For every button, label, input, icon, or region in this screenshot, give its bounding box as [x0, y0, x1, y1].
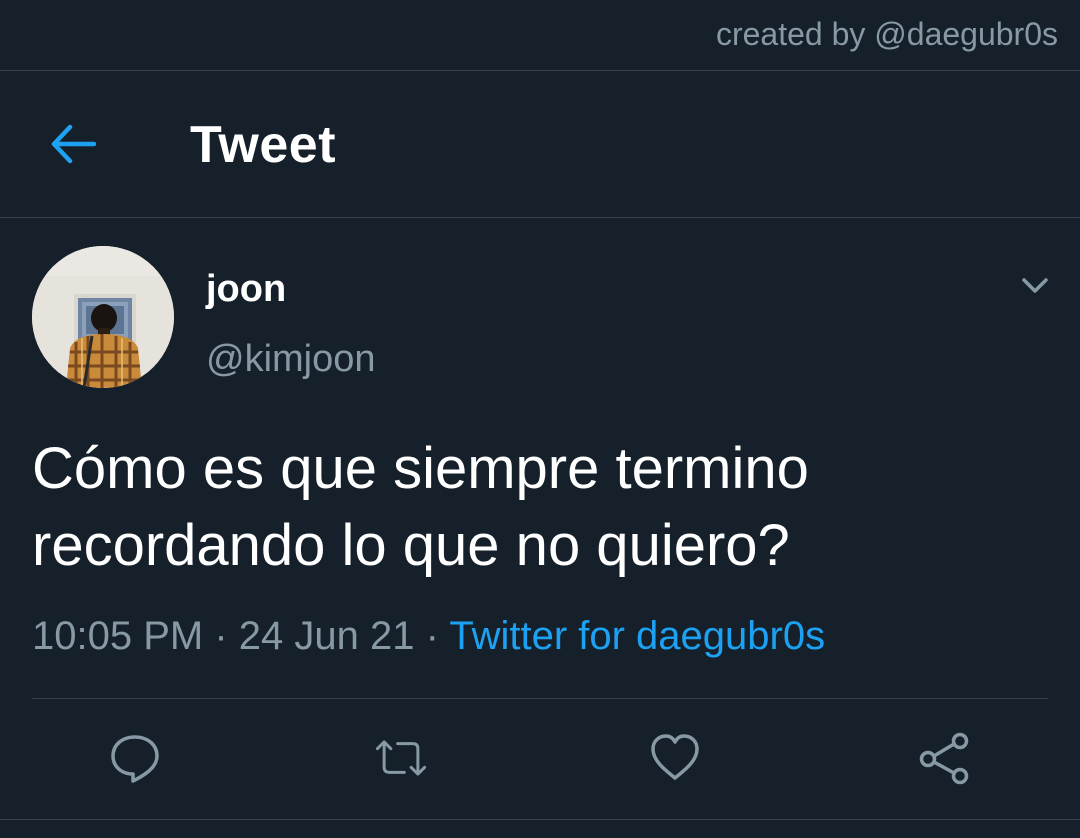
tweet-text: Cómo es que siempre termino recordando l… — [32, 436, 809, 578]
watermark-text: created by @daegubr0s — [715, 16, 1058, 52]
chevron-down-icon[interactable] — [1018, 272, 1052, 298]
page-title: Tweet — [190, 116, 337, 174]
retweet-icon[interactable] — [374, 731, 428, 785]
tweet-actions — [0, 699, 1080, 819]
reply-icon[interactable] — [108, 731, 162, 785]
tweet-meta: 10:05 PM · 24 Jun 21 · Twitter for daegu… — [32, 614, 825, 659]
share-icon[interactable] — [918, 731, 972, 785]
divider — [0, 819, 1080, 820]
watermark-bar: created by @daegubr0s — [0, 0, 1080, 71]
meta-separator: · — [214, 614, 228, 658]
heart-icon[interactable] — [648, 731, 702, 785]
tweet-date: 24 Jun 21 — [238, 614, 415, 658]
avatar-image — [32, 246, 174, 388]
author-handle[interactable]: @kimjoon — [206, 338, 376, 381]
meta-separator: · — [425, 614, 439, 658]
arrow-left-icon[interactable] — [50, 123, 96, 165]
avatar[interactable] — [32, 246, 174, 388]
header-bar: Tweet — [0, 71, 1080, 218]
tweet-time: 10:05 PM — [32, 614, 204, 658]
author-name[interactable]: joon — [206, 268, 286, 311]
tweet-source-link[interactable]: Twitter for daegubr0s — [449, 614, 825, 658]
